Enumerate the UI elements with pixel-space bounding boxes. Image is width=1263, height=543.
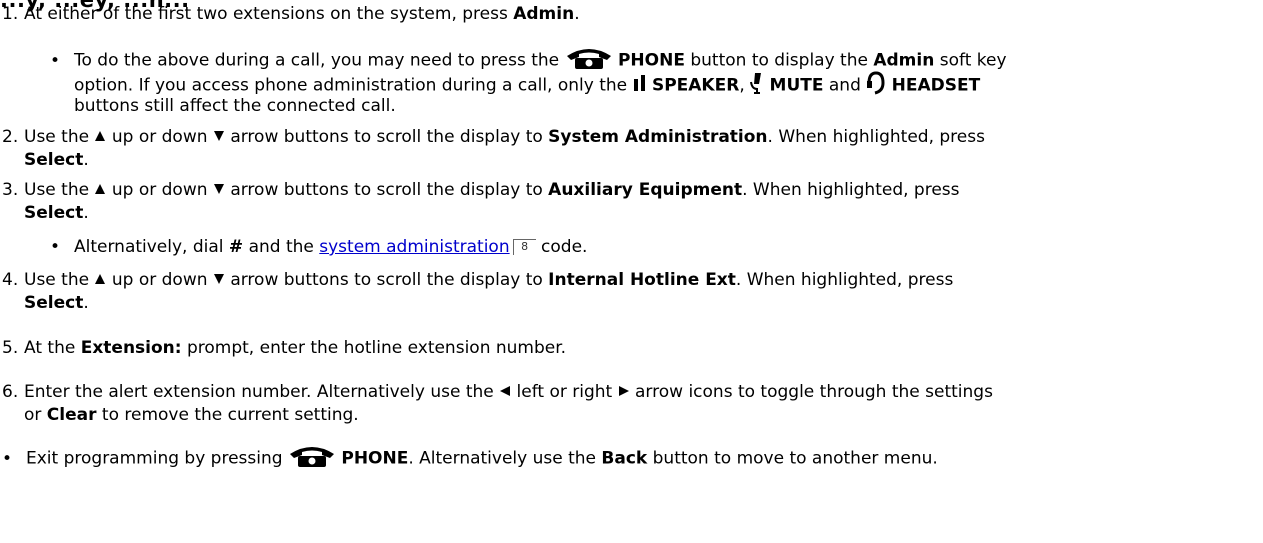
down-arrow-icon (213, 127, 225, 147)
speaker-icon (633, 74, 647, 97)
step-3-cont: Select. (24, 203, 89, 223)
down-arrow-icon (213, 180, 225, 200)
down-arrow-icon (213, 270, 225, 290)
step-1: 1. At either of the first two extensions … (2, 4, 580, 24)
mute-icon (750, 72, 764, 99)
step-3: 3. Use the up or down arrow buttons to sc… (2, 180, 960, 200)
phone-icon (288, 444, 336, 473)
step-2-cont: Select. (24, 150, 89, 170)
system-administration-link[interactable]: system administration (319, 237, 509, 257)
left-arrow-icon (499, 382, 511, 402)
step-4: 4. Use the up or down arrow buttons to sc… (2, 270, 954, 290)
step-1-note-line-3: buttons still affect the connected call. (74, 96, 396, 116)
exit-note: • Exit programming by pressing PHONE. Alt… (2, 444, 938, 473)
step-6-cont: or Clear to remove the current setting. (24, 405, 359, 425)
up-arrow-icon (94, 180, 106, 200)
right-arrow-icon (618, 382, 630, 402)
step-5: 5. At the Extension: prompt, enter the ho… (2, 338, 567, 358)
step-4-cont: Select. (24, 293, 89, 313)
up-arrow-icon (94, 270, 106, 290)
up-arrow-icon (94, 127, 106, 147)
step-3-note: • Alternatively, dial # and the system ad… (50, 237, 588, 257)
page-reference[interactable]: 8 (512, 239, 536, 255)
headset-icon (866, 71, 886, 100)
step-6: 6. Enter the alert extension number. Alte… (2, 382, 993, 402)
step-2: 2. Use the up or down arrow buttons to sc… (2, 127, 985, 147)
